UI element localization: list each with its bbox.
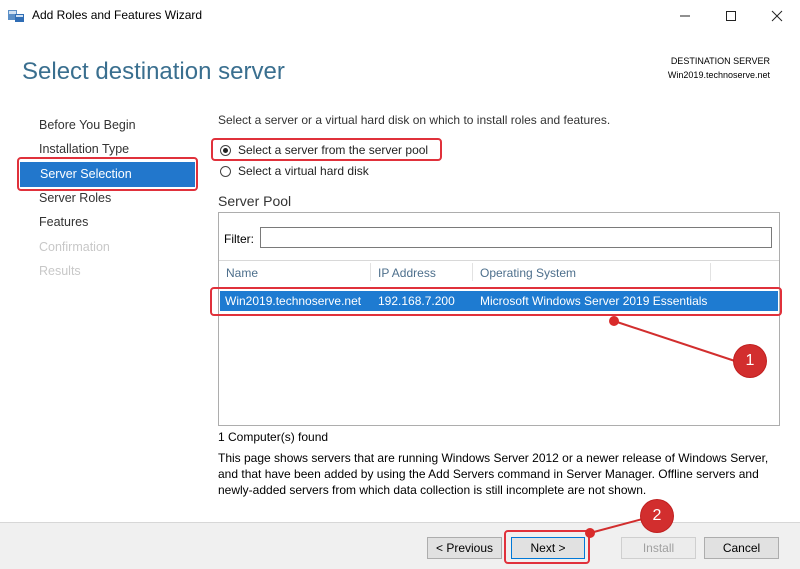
step-badge-2: 2: [641, 500, 673, 532]
step-badge-1: 1: [734, 345, 766, 377]
annotation-dot: [609, 316, 619, 326]
annotation-dot: [585, 528, 595, 538]
annotation-arrows: [589, 320, 739, 534]
